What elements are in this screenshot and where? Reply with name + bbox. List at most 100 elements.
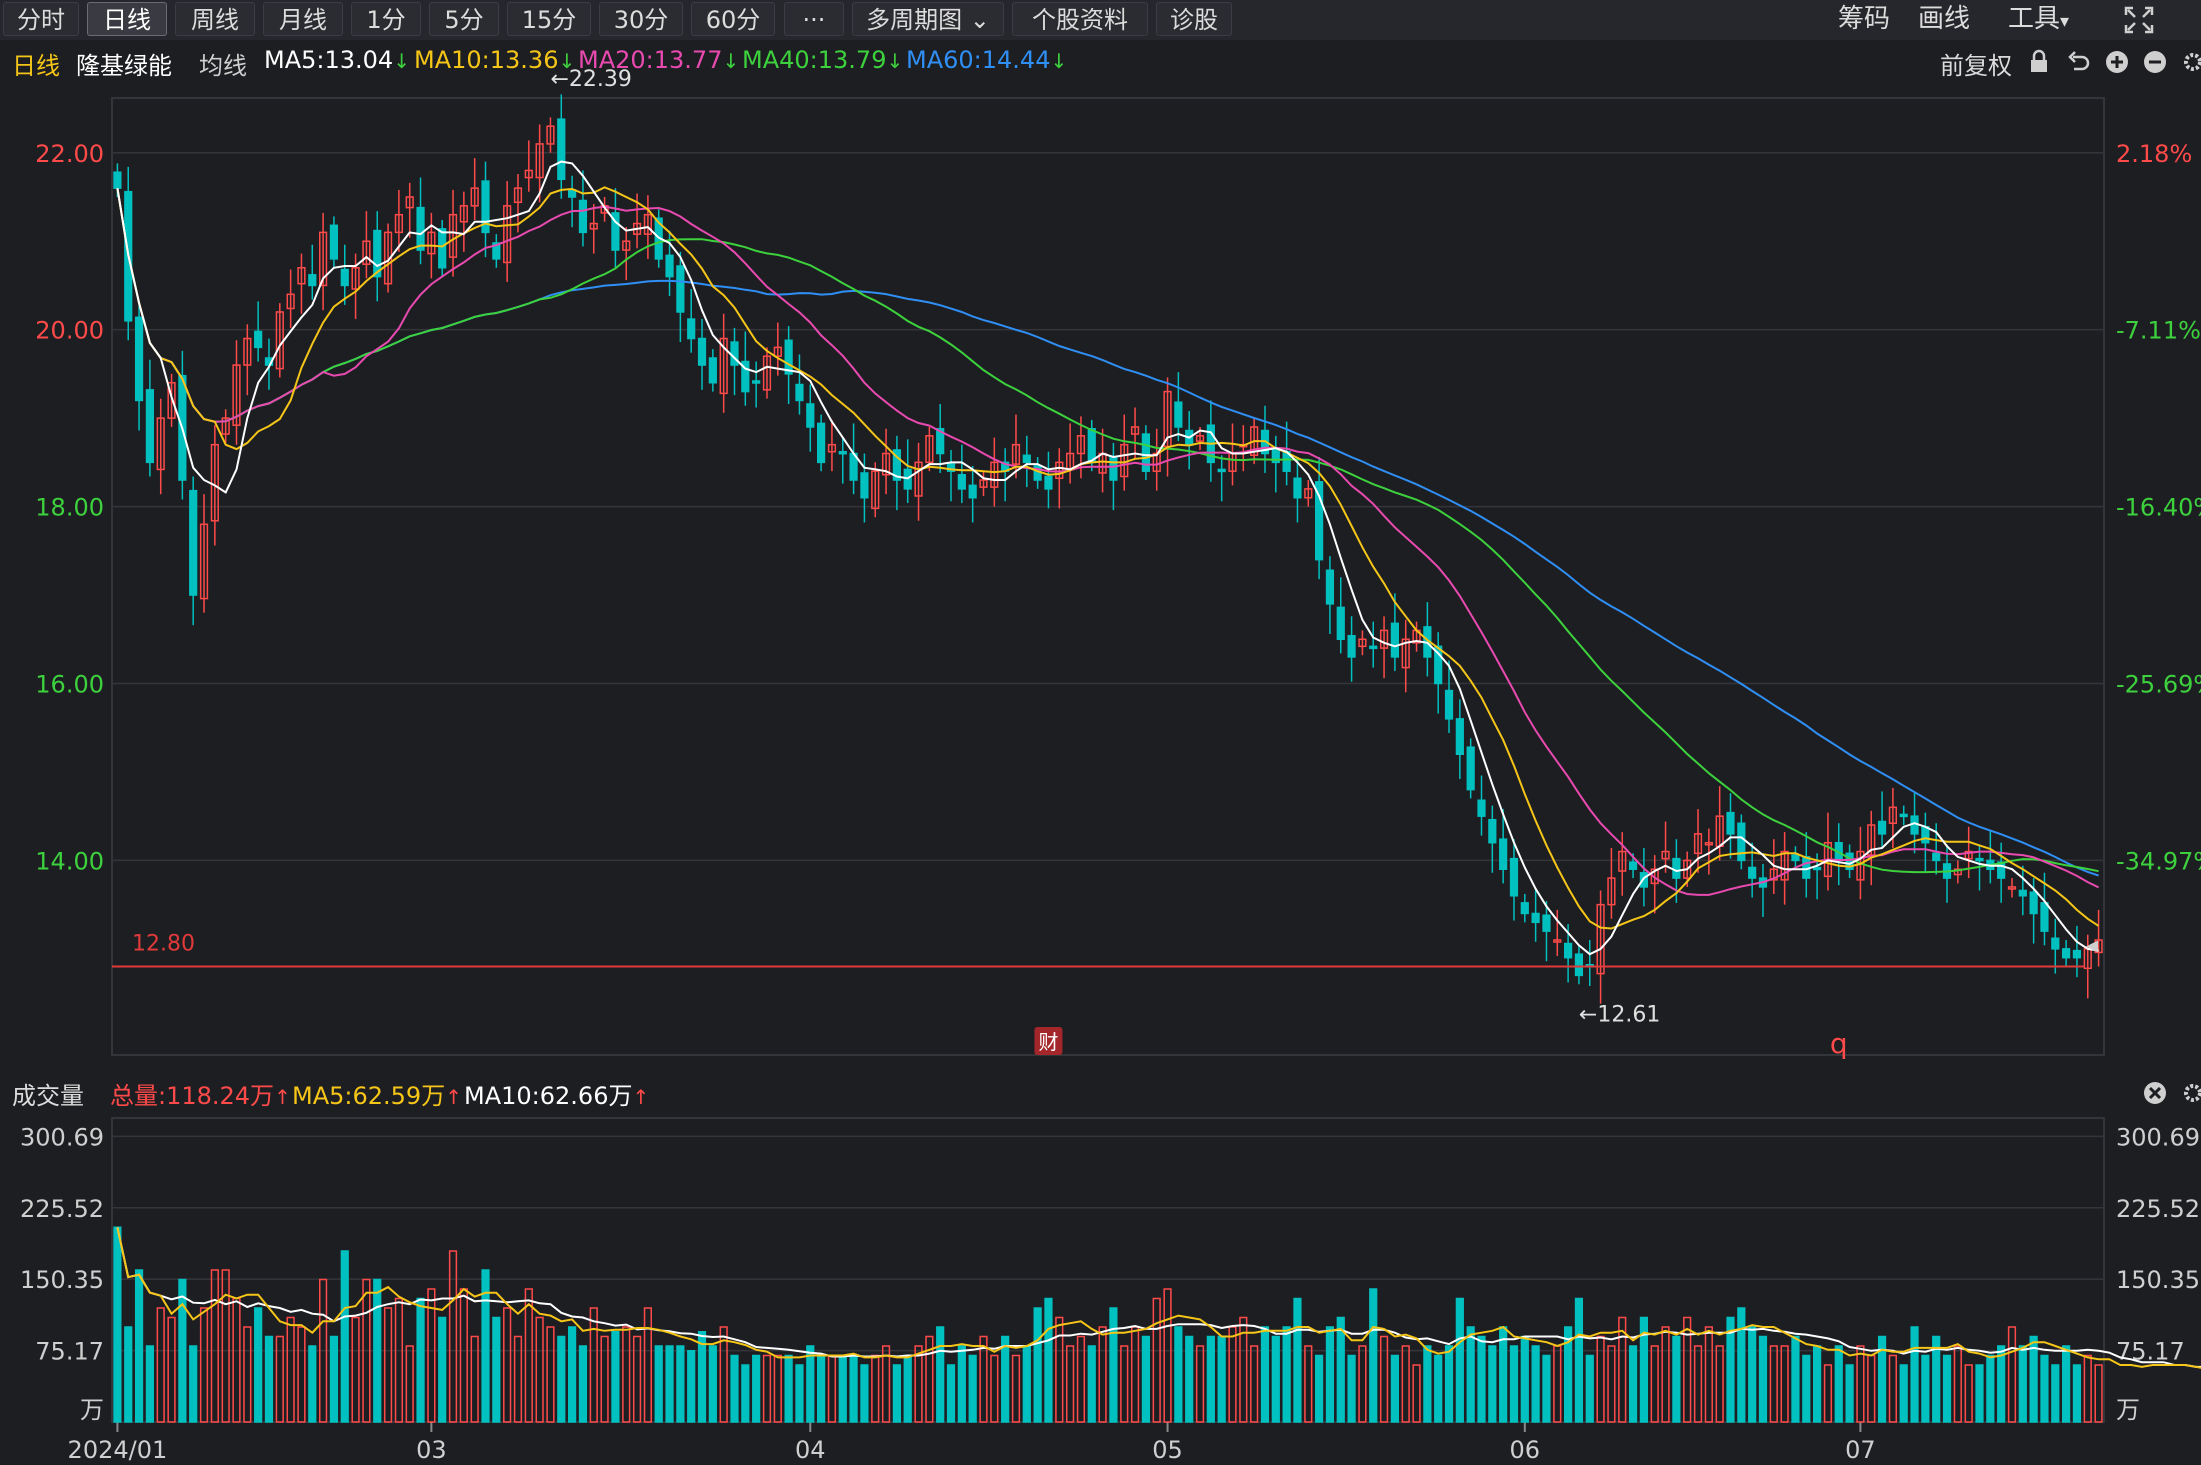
volume-axis-label: 225.52	[2116, 1195, 2200, 1223]
volume-bar	[1011, 1354, 1021, 1423]
volume-bar	[871, 1354, 880, 1423]
volume-bar	[1531, 1345, 1540, 1423]
volume-bar	[1109, 1307, 1118, 1423]
candle-body	[1325, 569, 1335, 605]
volume-bar	[1174, 1326, 1183, 1423]
volume-bar	[708, 1345, 717, 1423]
volume-bar	[1964, 1364, 1973, 1423]
volume-bar	[1315, 1354, 1324, 1423]
candle-body	[557, 118, 566, 181]
volume-bar	[1304, 1345, 1313, 1423]
ma60-line	[116, 187, 2099, 877]
volume-bar	[1986, 1354, 1995, 1423]
volume-bar	[557, 1335, 566, 1423]
candle-body	[1574, 953, 1584, 977]
finance-event-label: 财	[1038, 1030, 1058, 1054]
volume-bar	[1672, 1335, 1681, 1423]
candle-body	[113, 171, 122, 189]
volume-bar	[1715, 1345, 1724, 1423]
candle-body	[1488, 818, 1497, 844]
candle-body	[2040, 902, 2049, 932]
volume-bar	[622, 1326, 631, 1423]
volume-bar	[416, 1297, 425, 1423]
candle-body	[1455, 718, 1464, 756]
volume-bar	[1737, 1307, 1746, 1423]
candle-body	[1520, 902, 1529, 915]
pct-axis-label: -34.97%	[2116, 847, 2201, 875]
volume-bar	[1477, 1335, 1486, 1423]
candle-body	[308, 274, 317, 287]
volume-bar	[1488, 1345, 1497, 1423]
volume-bar	[503, 1307, 512, 1423]
volume-bar	[1823, 1364, 1833, 1423]
candle-body	[1628, 861, 1638, 870]
candle-body	[957, 473, 966, 490]
event-marker: q	[1830, 1027, 1848, 1060]
candle-body	[1174, 401, 1183, 428]
candle-body	[1791, 854, 1800, 862]
volume-bar	[2018, 1345, 2027, 1423]
volume-bar	[1336, 1316, 1345, 1423]
candle-body	[2072, 949, 2082, 959]
volume-bar	[297, 1326, 306, 1423]
volume-bar	[1001, 1335, 1010, 1423]
candle-body	[665, 254, 674, 278]
volume-bar	[1455, 1297, 1464, 1423]
volume-bar	[1748, 1326, 1757, 1423]
volume-bar	[1195, 1345, 1205, 1423]
volume-bar	[1066, 1345, 1075, 1423]
volume-bar	[1650, 1345, 1659, 1423]
volume-bar	[1802, 1354, 1811, 1423]
candle-body	[1499, 838, 1508, 870]
volume-bar	[124, 1326, 133, 1423]
volume-bar	[914, 1345, 923, 1423]
volume-bar	[568, 1326, 577, 1423]
volume-bar	[752, 1354, 761, 1423]
candle-body	[2051, 937, 2060, 950]
volume-bar	[806, 1345, 815, 1423]
volume-bar	[1098, 1326, 1107, 1423]
volume-bar	[881, 1345, 891, 1423]
volume-bar	[1401, 1345, 1410, 1423]
candle-body	[1975, 857, 1984, 862]
pct-axis-label: 2.18%	[2116, 140, 2192, 168]
volume-bar	[1076, 1335, 1086, 1423]
date-axis-label: 2024/01	[68, 1436, 168, 1464]
kline-chart[interactable]: 22.00 2.18% 20.00 -7.11% 18.00 -16.40% 16.00 -2…	[0, 0, 2201, 1465]
volume-bar	[1282, 1326, 1291, 1423]
volume-bar	[1499, 1326, 1508, 1423]
volume-bar	[1975, 1364, 1984, 1423]
volume-bar	[221, 1269, 230, 1423]
volume-bar	[860, 1364, 869, 1423]
volume-bar	[2007, 1326, 2017, 1423]
volume-axis-label: 75.17	[35, 1338, 104, 1366]
volume-axis-label: 150.35	[20, 1266, 104, 1294]
volume-bar	[1520, 1335, 1529, 1423]
volume-bar	[1888, 1354, 1897, 1423]
volume-bar	[1271, 1335, 1280, 1423]
candle-body	[1542, 914, 1551, 932]
date-axis-label: 04	[795, 1436, 826, 1464]
candle-body	[968, 484, 977, 499]
volume-bar	[1791, 1335, 1800, 1423]
volume-axis-label: 300.69	[20, 1123, 104, 1151]
volume-bar	[1163, 1288, 1172, 1423]
volume-bar	[1055, 1316, 1064, 1423]
volume-bar	[1228, 1326, 1237, 1423]
candle-body	[1109, 456, 1118, 481]
volume-bar	[1942, 1354, 1952, 1423]
volume-bar	[1412, 1364, 1421, 1423]
volume-bar	[2040, 1354, 2049, 1423]
volume-bar	[438, 1316, 447, 1423]
price-axis-label: 22.00	[35, 140, 104, 168]
candle-body	[1737, 822, 1746, 862]
volume-bar	[329, 1335, 339, 1423]
volume-bar	[838, 1354, 847, 1423]
volume-bar	[1444, 1345, 1454, 1423]
volume-bar	[513, 1335, 523, 1423]
volume-bar	[1834, 1345, 1843, 1423]
volume-bar	[1379, 1335, 1389, 1423]
volume-bar	[784, 1354, 793, 1423]
volume-bar	[145, 1345, 154, 1423]
volume-bar	[762, 1354, 772, 1423]
